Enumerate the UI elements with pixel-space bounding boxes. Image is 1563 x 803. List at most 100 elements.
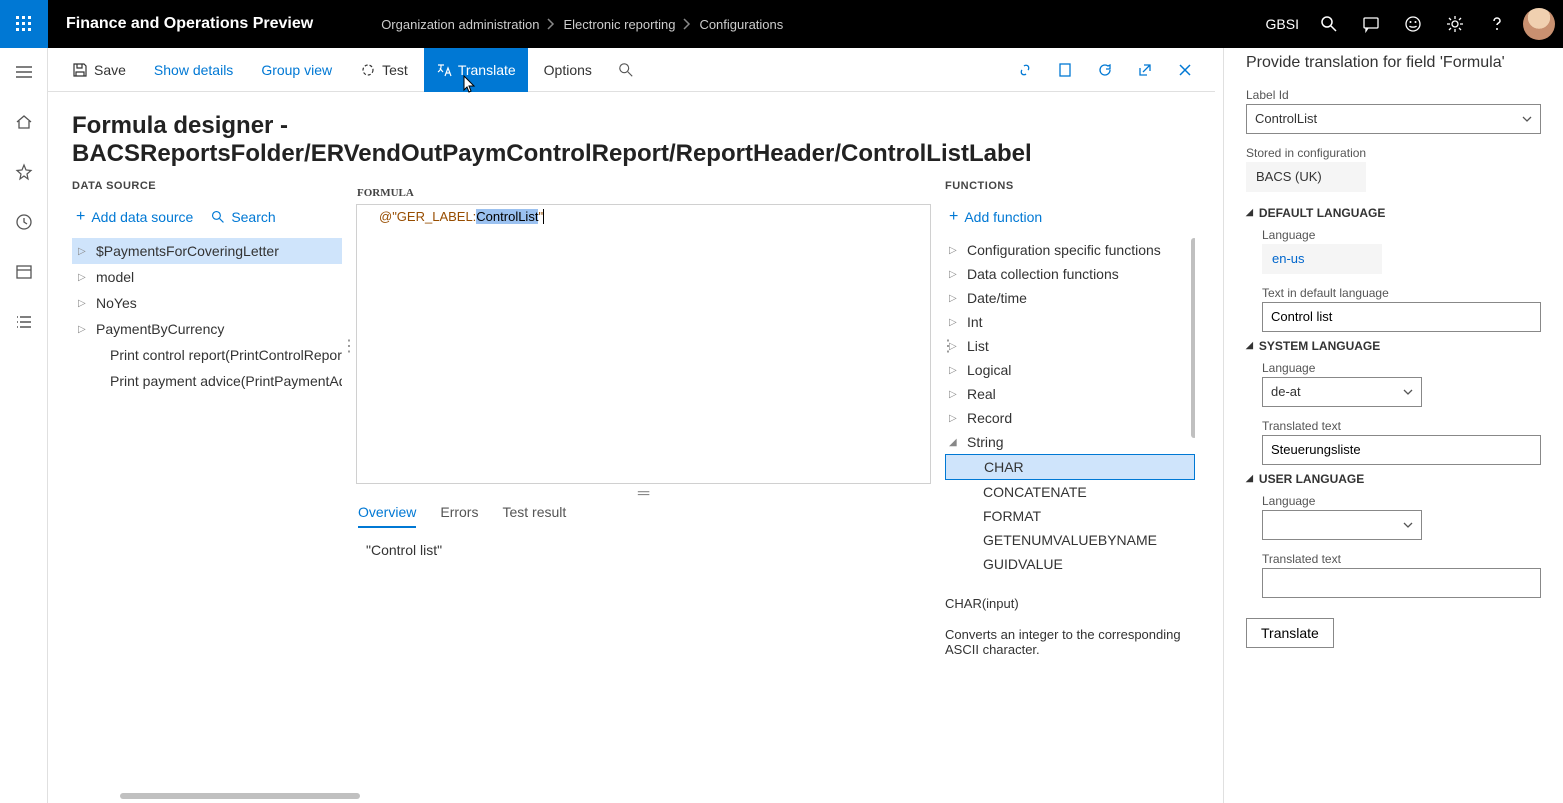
chevron-right-icon[interactable]: ▷ xyxy=(949,341,959,352)
office-button[interactable] xyxy=(1047,52,1083,88)
function-group[interactable]: ◢String xyxy=(945,430,1195,454)
user-lang-combo[interactable] xyxy=(1262,510,1422,540)
horizontal-splitter[interactable]: ═ xyxy=(356,484,931,504)
options-button[interactable]: Options xyxy=(532,48,604,92)
function-group-label: Real xyxy=(967,386,996,402)
scrollbar[interactable] xyxy=(1191,238,1195,438)
label-id-combo[interactable]: ControlList xyxy=(1246,104,1541,134)
nav-favorites[interactable] xyxy=(8,156,40,188)
system-lang-combo[interactable]: de-at xyxy=(1262,377,1422,407)
function-item[interactable]: FORMAT xyxy=(945,504,1195,528)
popout-button[interactable] xyxy=(1127,52,1163,88)
app-launcher[interactable] xyxy=(0,0,48,48)
result-tabs: Overview Errors Test result xyxy=(356,504,931,528)
chevron-down-icon xyxy=(1403,522,1413,528)
add-function-button[interactable]: +Add function xyxy=(949,208,1042,226)
datasource-item[interactable]: ▷NoYes xyxy=(72,290,342,316)
datasource-item[interactable]: ▷model xyxy=(72,264,342,290)
translated-text-label: Translated text xyxy=(1262,419,1541,433)
workspace-icon xyxy=(15,264,33,280)
datasource-item[interactable]: Print payment advice(PrintPaymentAdv xyxy=(72,368,342,394)
function-group[interactable]: ▷List xyxy=(945,334,1195,358)
datasource-item[interactable]: ▷ PaymentByCurrency xyxy=(72,316,342,342)
chevron-right-icon[interactable]: ▷ xyxy=(949,317,959,328)
refresh-icon xyxy=(1097,62,1113,78)
text-default-label: Text in default language xyxy=(1262,286,1541,300)
chevron-right-icon[interactable]: ▷ xyxy=(949,245,959,256)
function-group-label: Logical xyxy=(967,362,1011,378)
chevron-right-icon[interactable]: ▷ xyxy=(78,298,88,309)
chat-icon xyxy=(1362,15,1380,33)
nav-collapse[interactable] xyxy=(8,56,40,88)
datasource-item-label: PaymentByCurrency xyxy=(96,321,224,337)
chevron-right-icon[interactable]: ▷ xyxy=(949,413,959,424)
function-item-label: CHAR xyxy=(984,459,1024,475)
translate-action-button[interactable]: Translate xyxy=(1246,618,1334,648)
translate-button[interactable]: Translate xyxy=(424,48,528,92)
function-group[interactable]: ▷Date/time xyxy=(945,286,1195,310)
datasource-item[interactable]: Print control report(PrintControlReport xyxy=(72,342,342,368)
group-view-button[interactable]: Group view xyxy=(249,48,344,92)
user-avatar[interactable] xyxy=(1523,8,1555,40)
function-item[interactable]: GUIDVALUE xyxy=(945,552,1195,576)
function-group[interactable]: ▷Configuration specific functions xyxy=(945,238,1195,262)
add-datasource-button[interactable]: +Add data source xyxy=(76,208,193,226)
chevron-right-icon[interactable]: ▷ xyxy=(78,324,88,335)
breadcrumb-item[interactable]: Configurations xyxy=(699,17,783,32)
tab-test-result[interactable]: Test result xyxy=(502,504,566,528)
refresh-button[interactable] xyxy=(1087,52,1123,88)
show-details-button[interactable]: Show details xyxy=(142,48,245,92)
datasource-item[interactable]: ▷$PaymentsForCoveringLetter xyxy=(72,238,342,264)
chevron-right-icon[interactable]: ▷ xyxy=(78,246,88,257)
smile-button[interactable] xyxy=(1393,0,1433,48)
search-cmd-button[interactable] xyxy=(608,52,644,88)
chevron-right-icon xyxy=(683,18,691,30)
function-group[interactable]: ▷ Logical xyxy=(945,358,1195,382)
stored-config-label: Stored in configuration xyxy=(1246,146,1541,160)
user-translated-input[interactable] xyxy=(1262,568,1541,598)
test-button[interactable]: Test xyxy=(348,48,420,92)
search-datasource-button[interactable]: Search xyxy=(211,209,275,225)
function-signature: CHAR(input) xyxy=(945,596,1195,611)
chevron-right-icon[interactable]: ▷ xyxy=(949,293,959,304)
function-group[interactable]: ▷Data collection functions xyxy=(945,262,1195,286)
section-system-language[interactable]: ◢SYSTEM LANGUAGE xyxy=(1246,339,1541,353)
save-button[interactable]: Save xyxy=(60,48,138,92)
nav-home[interactable] xyxy=(8,106,40,138)
tab-errors[interactable]: Errors xyxy=(440,504,478,528)
function-group[interactable]: ▷Int xyxy=(945,310,1195,334)
chevron-right-icon[interactable]: ▷ xyxy=(949,365,959,376)
chevron-right-icon[interactable]: ▷ xyxy=(78,272,88,283)
company-code[interactable]: GBSI xyxy=(1266,16,1299,32)
chevron-right-icon[interactable]: ▷ xyxy=(949,389,959,400)
formula-editor[interactable]: FORMULA @"GER_LABEL:ControlList" ⋮ ⋮ xyxy=(356,204,931,484)
tab-overview[interactable]: Overview xyxy=(358,504,416,528)
breadcrumb-item[interactable]: Organization administration xyxy=(381,17,539,32)
function-item[interactable]: CONCATENATE xyxy=(945,480,1195,504)
text-default-input[interactable] xyxy=(1262,302,1541,332)
function-item[interactable]: GETENUMVALUEBYNAME xyxy=(945,528,1195,552)
test-icon xyxy=(360,62,376,78)
attach-button[interactable] xyxy=(1007,52,1043,88)
settings-button[interactable] xyxy=(1435,0,1475,48)
close-page-button[interactable] xyxy=(1167,52,1203,88)
chevron-down-icon[interactable]: ◢ xyxy=(949,437,959,448)
function-group[interactable]: ▷Record xyxy=(945,406,1195,430)
function-item[interactable]: CHAR xyxy=(945,454,1195,480)
search-button[interactable] xyxy=(1309,0,1349,48)
feedback-button[interactable] xyxy=(1351,0,1391,48)
nav-workspaces[interactable] xyxy=(8,256,40,288)
waffle-icon xyxy=(16,16,32,32)
help-button[interactable] xyxy=(1477,0,1517,48)
breadcrumb-item[interactable]: Electronic reporting xyxy=(563,17,675,32)
user-lang-label: Language xyxy=(1262,494,1541,508)
nav-recent[interactable] xyxy=(8,206,40,238)
section-default-language[interactable]: ◢DEFAULT LANGUAGE xyxy=(1246,206,1541,220)
function-group[interactable]: ▷ Real xyxy=(945,382,1195,406)
grip-vertical-icon[interactable]: ⋮ xyxy=(341,344,347,358)
chevron-right-icon[interactable]: ▷ xyxy=(949,269,959,280)
section-user-language[interactable]: ◢USER LANGUAGE xyxy=(1246,472,1541,486)
nav-modules[interactable] xyxy=(8,306,40,338)
horizontal-scrollbar[interactable] xyxy=(120,793,360,799)
translated-text-input[interactable] xyxy=(1262,435,1541,465)
